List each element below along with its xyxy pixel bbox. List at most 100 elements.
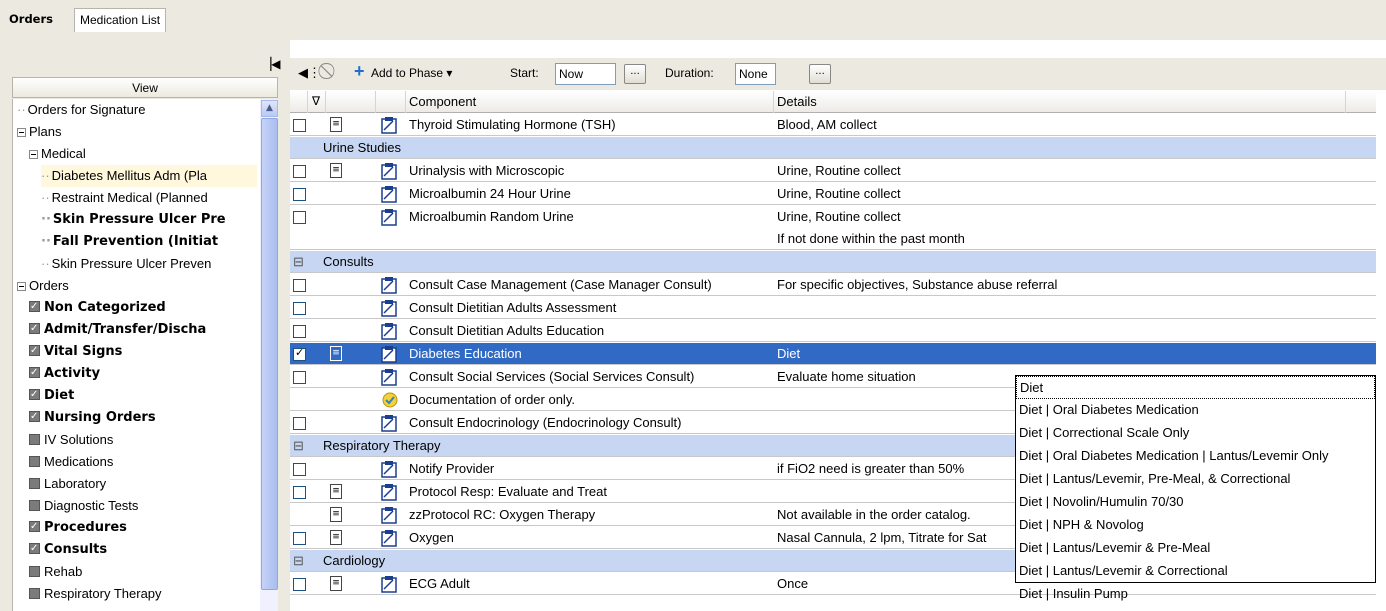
- tree-item[interactable]: Rehab: [29, 561, 257, 583]
- tree-item[interactable]: Medical: [29, 143, 257, 165]
- add-icon[interactable]: +: [354, 61, 365, 82]
- dropdown-option[interactable]: Diet | Correctional Scale Only: [1016, 422, 1375, 445]
- expand-icon[interactable]: [17, 128, 26, 137]
- tree-item[interactable]: Consults: [29, 539, 257, 561]
- section-expander-icon[interactable]: ⊟: [293, 251, 307, 273]
- tree-item[interactable]: ·· Diabetes Mellitus Adm (Pla: [41, 165, 257, 187]
- order-checkbox[interactable]: [293, 211, 306, 224]
- order-row[interactable]: Consult Case Management (Case Manager Co…: [290, 274, 1376, 296]
- section-row[interactable]: ⊟ Consults: [290, 251, 1376, 273]
- view-header: View: [12, 77, 278, 98]
- order-checkbox[interactable]: [293, 279, 306, 292]
- order-row[interactable]: Microalbumin 24 Hour Urine Urine, Routine…: [290, 183, 1376, 205]
- start-picker-button[interactable]: ...: [624, 64, 646, 84]
- tree-item-label: Consults: [44, 542, 108, 557]
- order-checkbox[interactable]: [293, 371, 306, 384]
- order-checkbox[interactable]: [293, 119, 306, 132]
- dropdown-option[interactable]: Diet | Lantus/Levemir & Pre-Meal: [1016, 537, 1375, 560]
- expand-icon[interactable]: [17, 282, 26, 291]
- checked-box-icon: [29, 385, 40, 406]
- clipboard-icon: [381, 116, 397, 134]
- order-checkbox[interactable]: [293, 417, 306, 430]
- box-icon: [29, 588, 40, 599]
- section-expander-icon[interactable]: ⊟: [293, 550, 307, 572]
- order-type-icon: ≡: [330, 484, 342, 499]
- order-row[interactable]: Consult Dietitian Adults Education: [290, 320, 1376, 342]
- clipboard-icon: [381, 368, 397, 386]
- order-checkbox[interactable]: [293, 325, 306, 338]
- tree-item[interactable]: Diet: [29, 385, 257, 407]
- order-component: Protocol Resp: Evaluate and Treat: [409, 484, 608, 499]
- checked-box-icon: [29, 517, 40, 538]
- order-details: Blood, AM collect: [777, 117, 877, 132]
- order-row[interactable]: ≡Diabetes EducationDiet...: [290, 343, 1376, 365]
- speaker-icon[interactable]: ◀⋮: [298, 65, 321, 81]
- tree-item[interactable]: ·· Orders for Signature: [17, 99, 257, 121]
- order-checkbox[interactable]: [293, 188, 306, 201]
- duration-picker-button[interactable]: ...: [809, 64, 831, 84]
- tree-scrollbar[interactable]: ▲: [260, 99, 278, 611]
- tab-bar: Orders Medication List: [0, 0, 1386, 40]
- tree-item[interactable]: Diagnostic Tests: [29, 495, 257, 517]
- tree-item[interactable]: Activity: [29, 363, 257, 385]
- tree-item-label: Non Categorized: [44, 300, 166, 315]
- scroll-thumb[interactable]: [261, 118, 278, 590]
- dropdown-option[interactable]: Diet | Lantus/Levemir, Pre-Meal, & Corre…: [1016, 468, 1375, 491]
- dropdown-option[interactable]: Diet | Oral Diabetes Medication | Lantus…: [1016, 445, 1375, 468]
- tree-item[interactable]: IV Solutions: [29, 429, 257, 451]
- order-component: Diabetes Education: [409, 346, 522, 361]
- tab-medication-list[interactable]: Medication List: [74, 8, 167, 32]
- tree-item[interactable]: ·· Fall Prevention (Initiat: [41, 231, 257, 253]
- order-row[interactable]: Consult Dietitian Adults Assessment: [290, 297, 1376, 319]
- dropdown-option[interactable]: Diet | Novolin/Humulin 70/30: [1016, 491, 1375, 514]
- add-to-phase-button[interactable]: Add to Phase ▾: [371, 66, 452, 80]
- tree-item-label: Fall Prevention (Initiat: [52, 234, 219, 249]
- section-row[interactable]: Urine Studies: [290, 137, 1376, 159]
- header-cell: ∇: [308, 91, 326, 113]
- collapse-pane-icon[interactable]: ▕◀: [262, 57, 280, 71]
- tree-item[interactable]: Plans: [17, 121, 257, 143]
- scroll-up-icon[interactable]: ▲: [261, 100, 278, 117]
- dropdown-option[interactable]: Diet | Insulin Pump: [1016, 583, 1375, 606]
- dropdown-option[interactable]: Diet: [1016, 376, 1375, 399]
- section-expander-icon[interactable]: ⊟: [293, 435, 307, 457]
- tree-item[interactable]: ·· Skin Pressure Ulcer Pre: [41, 209, 257, 231]
- order-checkbox[interactable]: [293, 578, 306, 591]
- clipboard-icon: [381, 506, 397, 524]
- checked-box-icon: [29, 363, 40, 384]
- order-details: [774, 320, 1346, 342]
- tree-item-label: Diagnostic Tests: [44, 498, 139, 513]
- tab-orders[interactable]: Orders: [4, 8, 58, 32]
- clipboard-icon: [381, 460, 397, 478]
- expand-icon[interactable]: [29, 150, 38, 159]
- dropdown-option[interactable]: Diet | Oral Diabetes Medication: [1016, 399, 1375, 422]
- tree-item[interactable]: Respiratory Therapy: [29, 583, 257, 605]
- order-checkbox[interactable]: [293, 302, 306, 315]
- tree-item[interactable]: Medications: [29, 451, 257, 473]
- duration-input[interactable]: [735, 63, 776, 85]
- order-checkbox[interactable]: [293, 486, 306, 499]
- tree-item[interactable]: Non Categorized: [29, 297, 257, 319]
- order-row[interactable]: Microalbumin Random Urine Urine, Routine …: [290, 206, 1376, 250]
- tree-item[interactable]: Vital Signs: [29, 341, 257, 363]
- dropdown-option[interactable]: Diet | NPH & Novolog: [1016, 514, 1375, 537]
- order-checkbox[interactable]: [293, 165, 306, 178]
- dropdown-option[interactable]: Diet | Lantus/Levemir & Correctional: [1016, 560, 1375, 583]
- clipboard-icon: [381, 185, 397, 203]
- order-row[interactable]: ≡ Thyroid Stimulating Hormone (TSH) Blood,…: [290, 114, 1376, 136]
- order-row[interactable]: ≡ Urinalysis with Microscopic Urine, Routi…: [290, 160, 1376, 182]
- tree-item-label: Orders for Signature: [27, 102, 146, 117]
- tree-item[interactable]: Procedures: [29, 517, 257, 539]
- order-checkbox[interactable]: [293, 463, 306, 476]
- tree-item[interactable]: Admit/Transfer/Discha: [29, 319, 257, 341]
- tree-item[interactable]: Orders: [17, 275, 257, 297]
- checked-box-icon: [29, 539, 40, 560]
- tree-item[interactable]: ·· Restraint Medical (Planned: [41, 187, 257, 209]
- order-checkbox[interactable]: [293, 532, 306, 545]
- tree-item[interactable]: Laboratory: [29, 473, 257, 495]
- start-input[interactable]: [555, 63, 616, 85]
- order-checkbox[interactable]: [293, 346, 306, 361]
- tree-item[interactable]: ·· Skin Pressure Ulcer Preven: [41, 253, 257, 275]
- details-dropdown[interactable]: Diet Diet | Oral Diabetes Medication Diet …: [1015, 375, 1376, 601]
- tree-item[interactable]: Nursing Orders: [29, 407, 257, 429]
